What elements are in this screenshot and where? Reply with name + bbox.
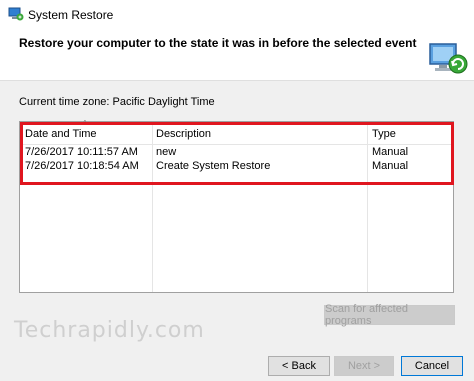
- row-description: new: [156, 146, 177, 158]
- scan-affected-programs-button[interactable]: Scan for affected programs: [324, 303, 455, 327]
- restore-computer-icon: [429, 43, 468, 74]
- column-divider: [152, 122, 153, 292]
- page-heading: Restore your computer to the state it wa…: [19, 36, 417, 50]
- system-restore-icon: [8, 7, 24, 21]
- header-separator: [20, 144, 453, 145]
- column-header-date[interactable]: Date and Time: [25, 128, 97, 140]
- row-date: 7/26/2017 10:11:57 AM: [25, 146, 138, 158]
- wizard-header: Restore your computer to the state it wa…: [0, 30, 474, 81]
- window-title: System Restore: [28, 8, 114, 22]
- column-header-type[interactable]: Type: [372, 128, 396, 140]
- timezone-label: Current time zone: Pacific Daylight Time: [19, 96, 215, 108]
- sort-ascending-icon: ^: [83, 119, 87, 128]
- row-description: Create System Restore: [156, 160, 271, 172]
- row-date: 7/26/2017 10:18:54 AM: [25, 160, 139, 172]
- row-type: Manual: [372, 160, 409, 172]
- cancel-button[interactable]: Cancel: [401, 356, 463, 376]
- title-bar: System Restore: [0, 0, 474, 30]
- column-divider: [367, 122, 368, 292]
- row-type: Manual: [372, 146, 409, 158]
- next-button[interactable]: Next >: [334, 356, 394, 376]
- back-button[interactable]: < Back: [268, 356, 330, 376]
- column-header-description[interactable]: Description: [156, 128, 211, 140]
- restore-points-list[interactable]: Date and Time ^ Description Type 7/26/20…: [19, 119, 454, 293]
- watermark: Techrapidly.com: [14, 318, 205, 343]
